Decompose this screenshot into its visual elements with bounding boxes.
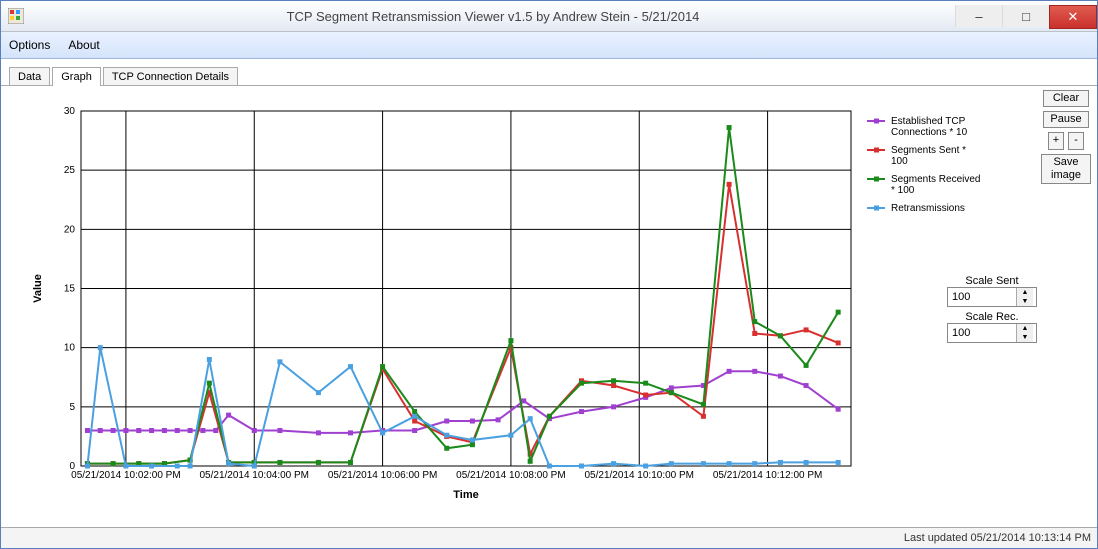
svg-text:05/21/2014 10:08:00 PM: 05/21/2014 10:08:00 PM: [456, 470, 566, 481]
svg-text:05/21/2014 10:10:00 PM: 05/21/2014 10:10:00 PM: [584, 470, 694, 481]
window-title: TCP Segment Retransmission Viewer v1.5 b…: [31, 9, 955, 24]
svg-text:Value: Value: [32, 274, 44, 303]
svg-text:Segments Received: Segments Received: [891, 174, 981, 185]
svg-text:* 100: * 100: [891, 185, 915, 196]
save-image-button[interactable]: Save image: [1041, 154, 1091, 184]
tab-connection-details[interactable]: TCP Connection Details: [103, 67, 238, 86]
control-column: Clear Pause + - Save image: [1039, 86, 1097, 527]
svg-text:Established TCP: Established TCP: [891, 116, 966, 127]
titlebar: TCP Segment Retransmission Viewer v1.5 b…: [1, 1, 1097, 32]
svg-text:15: 15: [64, 284, 76, 295]
svg-text:Connections * 10: Connections * 10: [891, 127, 968, 138]
menu-options[interactable]: Options: [9, 38, 50, 52]
svg-text:Time: Time: [453, 489, 478, 501]
svg-text:05/21/2014 10:12:00 PM: 05/21/2014 10:12:00 PM: [713, 470, 823, 481]
svg-text:10: 10: [64, 343, 76, 354]
svg-text:05/21/2014 10:06:00 PM: 05/21/2014 10:06:00 PM: [328, 470, 438, 481]
menubar: Options About: [1, 32, 1097, 59]
scale-rec-label: Scale Rec.: [947, 311, 1037, 323]
app-icon: [1, 8, 31, 24]
app-window: TCP Segment Retransmission Viewer v1.5 b…: [0, 0, 1098, 549]
clear-button[interactable]: Clear: [1043, 90, 1089, 107]
scale-sent-input[interactable]: ▲▼: [947, 287, 1037, 307]
scale-rec-up-icon[interactable]: ▲: [1017, 324, 1033, 333]
zoom-out-button[interactable]: -: [1068, 132, 1084, 149]
maximize-button[interactable]: □: [1002, 5, 1049, 27]
tabs: Data Graph TCP Connection Details: [1, 59, 1097, 85]
scale-rec-down-icon[interactable]: ▼: [1017, 333, 1033, 342]
svg-text:05/21/2014 10:02:00 PM: 05/21/2014 10:02:00 PM: [71, 470, 181, 481]
svg-text:25: 25: [64, 165, 76, 176]
svg-text:Retransmissions: Retransmissions: [891, 203, 965, 214]
tab-graph[interactable]: Graph: [52, 67, 101, 86]
client-area: 05101520253005/21/2014 10:02:00 PM05/21/…: [1, 85, 1097, 527]
zoom-in-button[interactable]: +: [1048, 132, 1064, 149]
statusbar: Last updated 05/21/2014 10:13:14 PM: [1, 527, 1097, 548]
svg-text:Segments Sent *: Segments Sent *: [891, 145, 966, 156]
menu-about[interactable]: About: [68, 38, 99, 52]
scale-controls: Scale Sent ▲▼ Scale Rec. ▲▼: [947, 271, 1037, 343]
svg-text:30: 30: [64, 106, 76, 117]
minimize-button[interactable]: ‒: [955, 5, 1002, 27]
svg-text:20: 20: [64, 224, 76, 235]
chart: 05101520253005/21/2014 10:02:00 PM05/21/…: [11, 96, 1011, 516]
scale-sent-label: Scale Sent: [947, 275, 1037, 287]
close-button[interactable]: ✕: [1049, 5, 1097, 29]
status-text: Last updated 05/21/2014 10:13:14 PM: [904, 532, 1091, 544]
scale-sent-down-icon[interactable]: ▼: [1017, 297, 1033, 306]
chart-pane: 05101520253005/21/2014 10:02:00 PM05/21/…: [11, 96, 1029, 517]
svg-text:100: 100: [891, 156, 908, 167]
scale-rec-value[interactable]: [948, 324, 1016, 342]
scale-sent-value[interactable]: [948, 288, 1016, 306]
scale-sent-up-icon[interactable]: ▲: [1017, 288, 1033, 297]
scale-rec-input[interactable]: ▲▼: [947, 323, 1037, 343]
svg-text:05/21/2014 10:04:00 PM: 05/21/2014 10:04:00 PM: [199, 470, 309, 481]
svg-text:5: 5: [69, 402, 75, 413]
tab-data[interactable]: Data: [9, 67, 50, 86]
pause-button[interactable]: Pause: [1043, 111, 1089, 128]
